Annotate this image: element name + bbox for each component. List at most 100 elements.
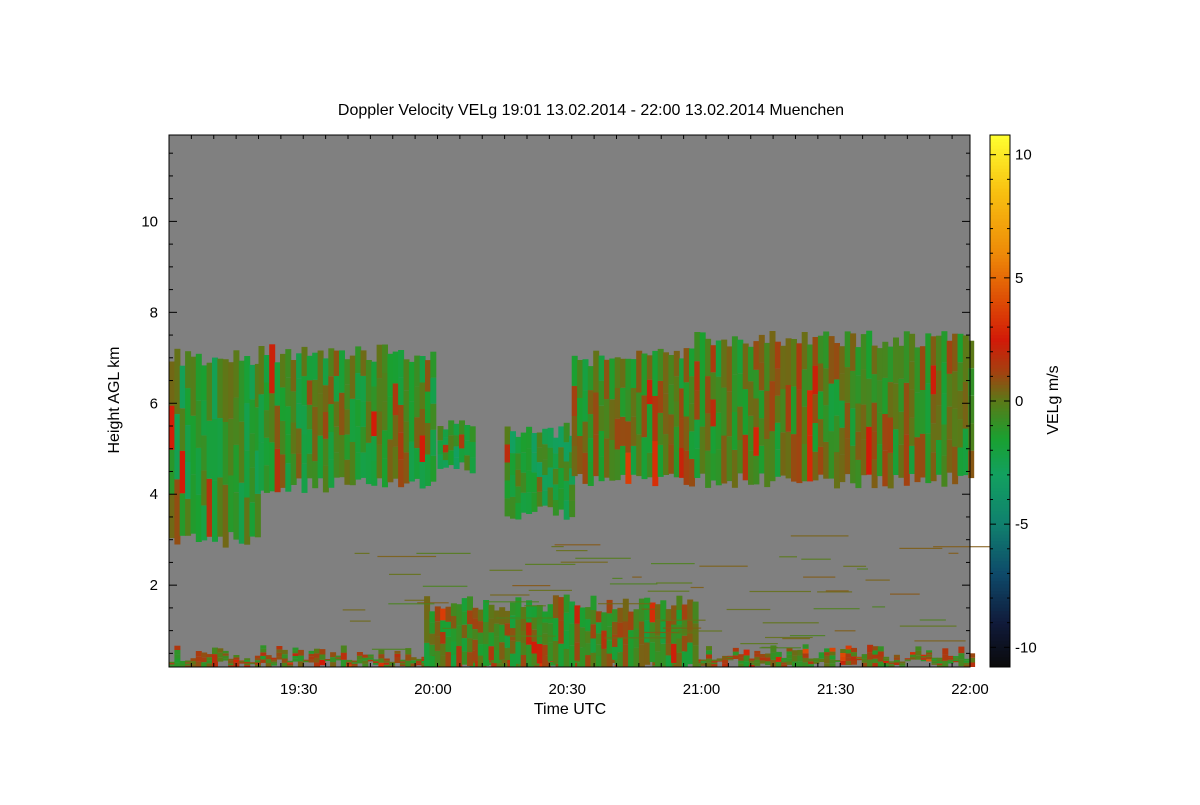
velocity-cell [775,651,782,657]
colorbar-swatch [990,258,1010,262]
velocity-cell [871,345,878,375]
velocity-cell [430,403,437,430]
velocity-cell [689,431,695,459]
velocity-cell [941,331,948,363]
colorbar-swatch [990,254,1010,259]
velocity-cell [526,622,533,645]
velocity-cell [574,642,581,661]
noise-streak [490,594,530,596]
velocity-cell [430,455,437,482]
velocity-cell [419,409,426,436]
velocity-cell [753,427,760,456]
velocity-cell [958,653,965,660]
velocity-cell [942,654,949,661]
velocity-cell [563,500,570,520]
velocity-cell [759,657,766,661]
velocity-cell [201,652,208,658]
velocity-cell [276,656,283,660]
velocity-cell [840,656,847,661]
velocity-cell [926,654,933,657]
velocity-cell [314,662,320,667]
velocity-cell [824,655,831,660]
velocity-cell [710,399,717,427]
velocity-cell [448,450,455,466]
velocity-cell [416,658,422,661]
velocity-cell [962,382,969,429]
velocity-cell [238,482,245,544]
velocity-cell [850,445,857,484]
velocity-cell [547,623,554,643]
velocity-cell [281,654,288,659]
velocity-cell [817,446,824,475]
velocity-cell [579,647,586,667]
velocity-cell [738,657,745,661]
velocity-cell [936,370,942,406]
noise-streak [690,586,704,589]
velocity-cell [774,395,781,423]
velocity-cell [569,500,576,518]
velocity-cell [201,400,208,436]
velocity-cell [614,449,621,481]
velocity-cell [360,452,367,478]
velocity-cell [785,338,792,385]
velocity-cell [689,376,695,404]
velocity-cell [585,619,592,632]
velocity-cell [786,648,793,652]
velocity-cell [753,455,760,485]
colorbar-swatch [990,514,1010,518]
velocity-cell [472,618,479,629]
velocity-cell [403,359,410,391]
velocity-cell [290,453,297,485]
velocity-cell [233,444,240,493]
velocity-cell [595,622,602,634]
velocity-cell [887,382,894,418]
velocity-cell [952,446,959,485]
colorbar-tick-label: -10 [1015,639,1037,656]
velocity-cell [860,439,867,476]
velocity-cell [271,657,277,660]
velocity-cell [926,659,933,662]
velocity-cell [807,344,814,391]
velocity-cell [260,655,267,660]
velocity-cell [552,640,559,664]
velocity-cell [823,331,830,369]
velocity-cell [190,415,197,475]
velocity-cell [459,420,465,435]
velocity-cell [520,432,527,453]
velocity-cell [317,350,324,394]
noise-streak [416,552,471,554]
velocity-cell [855,375,862,404]
velocity-cell [464,425,471,441]
velocity-cell [501,659,508,664]
velocity-cell [174,650,181,655]
velocity-cell [856,658,863,660]
velocity-cell [169,361,175,406]
velocity-cell [828,383,835,432]
velocity-cell [824,663,831,667]
velocity-cell [410,657,417,661]
velocity-cell [802,657,809,663]
velocity-cell [222,484,229,548]
velocity-cell [536,447,543,463]
velocity-cell [552,595,559,619]
colorbar-swatch [990,211,1010,216]
velocity-cell [743,661,750,667]
velocity-cell [936,405,942,440]
velocity-cell [542,622,549,634]
velocity-cell [351,663,358,666]
velocity-cell [461,598,468,612]
velocity-cell [174,658,181,663]
noise-streak [598,603,652,605]
velocity-cell [206,478,213,537]
velocity-cell [330,652,337,658]
velocity-cell [169,663,175,665]
velocity-cell [285,434,292,464]
colorbar-swatch [990,317,1010,322]
velocity-cell [536,643,543,664]
velocity-cell [322,412,329,439]
colorbar-swatch [990,460,1010,465]
velocity-cell [931,663,938,665]
velocity-cell [547,604,554,624]
velocity-cell [824,652,831,656]
velocity-cell [801,369,808,407]
